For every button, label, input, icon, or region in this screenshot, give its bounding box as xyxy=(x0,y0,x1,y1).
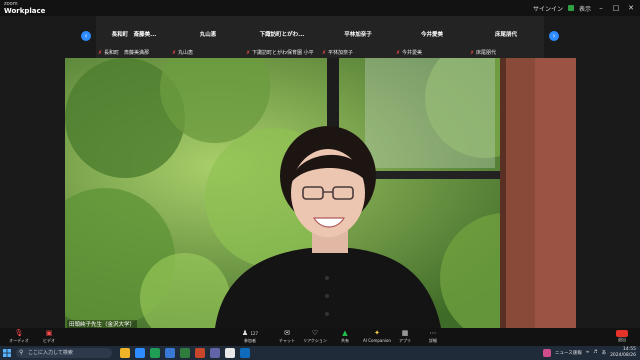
participant-tile[interactable]: 床尾朋代 ✗ 床尾朋代 xyxy=(470,18,542,56)
audio-label: オーディオ xyxy=(9,338,29,343)
taskbar-clock[interactable]: 14:55 2024/08/26 xyxy=(610,347,636,358)
excel-app-icon[interactable] xyxy=(180,348,190,358)
video-button[interactable]: ▣ ビデオ xyxy=(34,329,64,345)
participants-label: 参加者 xyxy=(244,338,256,343)
sparkle-icon: ✦ xyxy=(374,329,380,337)
taskbar-apps xyxy=(120,348,250,358)
participant-tile[interactable]: 下諏訪町とがわ... ✗ 下諏訪町とがわ保育園 小平 xyxy=(246,18,318,56)
strip-prev-button[interactable]: ‹ xyxy=(81,31,91,41)
taskbar-search-placeholder: ここに入力して検索 xyxy=(28,350,73,356)
clock-time: 14:55 xyxy=(623,347,636,352)
reactions-label: リアクション xyxy=(303,338,327,343)
taskbar-search-box[interactable]: ⚲ ここに入力して検索 xyxy=(16,348,112,358)
share-label: 共有 xyxy=(341,338,349,343)
reactions-button[interactable]: ♡ リアクション xyxy=(300,329,330,345)
system-tray: ニュース速報 ≈ ♬ あ 14:55 2024/08/26 xyxy=(542,347,636,358)
participant-tile[interactable]: 長和町 斎藤美... ✗ 長和町 斎藤美満那 xyxy=(98,18,170,56)
video-label: ビデオ xyxy=(43,338,55,343)
participant-sub-label: 丸山恵 xyxy=(178,50,194,56)
participant-sub-label: 平林加奈子 xyxy=(328,50,354,56)
security-shield-icon[interactable] xyxy=(567,5,574,11)
audio-button[interactable]: 🎙 オーディオ xyxy=(4,329,34,345)
participant-sub-label: 下諏訪町とがわ保育園 小平 xyxy=(252,50,314,56)
participant-sub-label: 床尾朋代 xyxy=(476,50,497,56)
search-icon: ⚲ xyxy=(19,349,24,356)
windows-taskbar: ⚲ ここに入力して検索 ニュース速報 ≈ ♬ あ 14:55 2024/08/2… xyxy=(0,346,640,360)
apps-grid-icon: ▦ xyxy=(401,329,409,337)
participant-tile[interactable]: 今井愛美 ✗ 今井愛美 xyxy=(396,18,468,56)
speaker-video-frame xyxy=(65,58,576,328)
participant-name: 平林加奈子 xyxy=(344,32,372,38)
apps-label: アプリ xyxy=(399,338,411,343)
teams-app-icon[interactable] xyxy=(210,348,220,358)
edge-browser-icon[interactable] xyxy=(150,348,160,358)
participant-name: 今井愛美 xyxy=(420,32,443,38)
windows-start-icon[interactable] xyxy=(3,349,11,357)
participant-sub-label: 長和町 斎藤美満那 xyxy=(104,50,150,56)
leave-icon xyxy=(616,330,628,337)
participant-sub-label: 今井愛美 xyxy=(402,50,423,56)
title-bar: zoom Workplace サインイン 表示 – □ ✕ xyxy=(0,0,640,16)
clock-date: 2024/08/26 xyxy=(610,352,636,358)
zoom-logo: zoom Workplace xyxy=(4,1,45,15)
ime-language-indicator[interactable]: あ xyxy=(602,350,607,356)
zoom-app-icon[interactable] xyxy=(135,348,145,358)
powerpoint-app-icon[interactable] xyxy=(195,348,205,358)
speaker-name-label: 田頭純子先生（金沢大学） xyxy=(67,320,138,328)
leave-button[interactable]: 退出 xyxy=(612,330,632,344)
participant-name: 下諏訪町とがわ... xyxy=(259,32,305,38)
muted-mic-icon: ✗ xyxy=(396,50,401,56)
word-app-icon[interactable] xyxy=(165,348,175,358)
chat-label: チャット xyxy=(279,338,295,343)
meeting-toolbar: 🎙 オーディオ ▣ ビデオ ♟ 127 参加者 ✉ チャット ♡ リアクション … xyxy=(0,328,640,346)
active-speaker-video[interactable] xyxy=(65,58,576,328)
maximize-icon[interactable]: □ xyxy=(611,4,621,12)
heart-icon: ♡ xyxy=(311,329,319,337)
share-screen-icon: ▲ xyxy=(342,329,348,337)
close-icon[interactable]: ✕ xyxy=(626,4,636,12)
participant-name: 丸山恵 xyxy=(199,32,217,38)
video-camera-icon: ▣ xyxy=(45,329,53,337)
participants-icon: ♟ 127 xyxy=(241,329,259,337)
participant-name: 長和町 斎藤美... xyxy=(111,32,157,38)
more-dots-icon: ⋯ xyxy=(429,329,437,337)
minimize-icon[interactable]: – xyxy=(596,4,606,12)
view-button[interactable]: 表示 xyxy=(579,4,591,13)
wifi-icon[interactable]: ≈ xyxy=(586,350,590,355)
muted-mic-icon: ✗ xyxy=(172,50,177,56)
apps-button[interactable]: ▦ アプリ xyxy=(390,329,420,345)
chrome-browser-icon[interactable] xyxy=(225,348,235,358)
muted-mic-icon: ✗ xyxy=(246,50,251,56)
news-icon[interactable] xyxy=(542,348,551,357)
brand-large: Workplace xyxy=(4,7,46,15)
chat-button[interactable]: ✉ チャット xyxy=(272,329,302,345)
news-label[interactable]: ニュース速報 xyxy=(555,350,582,356)
strip-next-button[interactable]: › xyxy=(549,31,559,41)
title-bar-controls: サインイン 表示 – □ ✕ xyxy=(533,2,636,14)
participant-tile[interactable]: 平林加奈子 ✗ 平林加奈子 xyxy=(322,18,394,56)
leave-label: 退出 xyxy=(618,337,626,342)
muted-mic-icon: ✗ xyxy=(322,50,327,56)
muted-mic-icon: 🎙 xyxy=(14,329,24,337)
participant-name: 床尾朋代 xyxy=(494,32,517,38)
more-button[interactable]: ⋯ 詳細 xyxy=(418,329,448,345)
participants-count: 127 xyxy=(250,331,259,336)
muted-mic-icon: ✗ xyxy=(98,50,103,56)
speaker-volume-icon[interactable]: ♬ xyxy=(594,350,598,355)
chat-icon: ✉ xyxy=(284,329,290,337)
share-button[interactable]: ▲ 共有 xyxy=(330,329,360,345)
signin-button[interactable]: サインイン xyxy=(533,4,563,13)
ai-companion-label: AI Companion xyxy=(363,338,391,343)
more-label: 詳細 xyxy=(429,338,437,343)
participants-button[interactable]: ♟ 127 参加者 xyxy=(235,329,265,345)
file-explorer-icon[interactable] xyxy=(120,348,130,358)
outlook-app-icon[interactable] xyxy=(240,348,250,358)
ai-companion-button[interactable]: ✦ AI Companion xyxy=(362,329,392,345)
participant-tile[interactable]: 丸山恵 ✗ 丸山恵 xyxy=(172,18,244,56)
muted-mic-icon: ✗ xyxy=(470,50,475,56)
